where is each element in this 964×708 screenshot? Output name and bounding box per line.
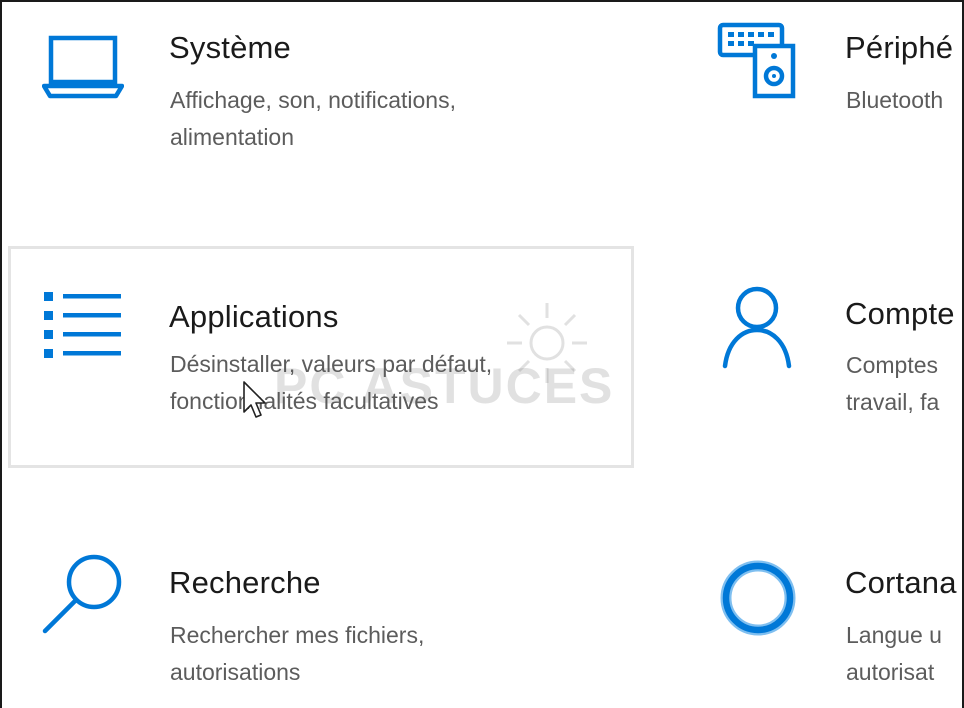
tile-accounts-desc: Comptes travail, fa [846, 352, 940, 415]
tile-devices[interactable]: Périphé Bluetooth [702, 12, 962, 182]
app-list-icon [41, 289, 125, 368]
tile-cortana[interactable]: Cortana Langue u autorisat [702, 532, 962, 702]
tile-system-desc: Affichage, son, notifications, alimentat… [170, 87, 456, 150]
tile-devices-title: Périphé [845, 30, 954, 65]
tile-cortana-title: Cortana [845, 565, 957, 600]
tile-system[interactable]: Système Affichage, son, notifications, a… [22, 12, 622, 182]
tile-search[interactable]: Recherche Rechercher mes fichiers, autor… [22, 532, 622, 702]
tile-search-title: Recherche [169, 565, 321, 600]
tile-search-desc: Rechercher mes fichiers, autorisations [170, 622, 425, 685]
settings-window: Système Affichage, son, notifications, a… [0, 0, 964, 708]
watermark-logo: PC ASTUCES [274, 358, 615, 414]
tile-system-title: Système [169, 30, 291, 65]
cortana-ring-icon [718, 558, 798, 643]
tile-devices-desc: Bluetooth [846, 87, 944, 113]
tile-accounts[interactable]: Compte Comptes travail, fa [702, 264, 962, 434]
tile-accounts-title: Compte [845, 296, 955, 331]
tile-cortana-desc: Langue u autorisat [846, 622, 942, 685]
tile-apps-title: Applications [169, 299, 339, 334]
laptop-icon [41, 34, 125, 109]
magnifier-icon [40, 550, 126, 641]
mouse-cursor-icon [242, 380, 268, 425]
keyboard-speaker-icon [717, 20, 797, 105]
person-icon [720, 284, 794, 375]
